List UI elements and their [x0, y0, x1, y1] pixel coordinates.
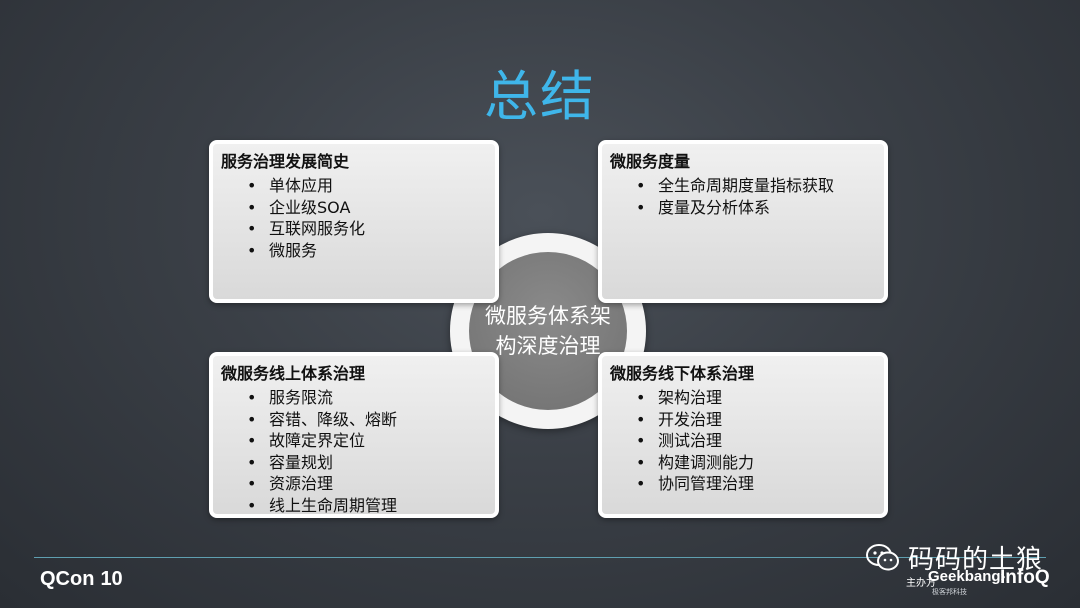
card-heading: 微服务线下体系治理 — [610, 364, 755, 383]
list-item: 全生命周期度量指标获取 — [610, 175, 876, 197]
list-item: 协同管理治理 — [610, 473, 876, 495]
list-item: 资源治理 — [221, 473, 487, 495]
geekbang-subtitle: 极客邦科技 — [932, 588, 967, 596]
card-online-governance: 微服务线上体系治理 服务限流 容错、降级、熔断 故障定界定位 容量规划 资源治理… — [209, 352, 499, 518]
list-item: 开发治理 — [610, 409, 876, 431]
qcon-edition: 10 — [100, 568, 123, 590]
card-service-governance-history: 服务治理发展简史 单体应用 企业级SOA 互联网服务化 微服务 — [209, 140, 499, 303]
list-item: 测试治理 — [610, 430, 876, 452]
card-list: 全生命周期度量指标获取 度量及分析体系 — [610, 175, 876, 218]
list-item: 企业级SOA — [221, 197, 487, 219]
list-item: 架构治理 — [610, 387, 876, 409]
list-item: 微服务 — [221, 240, 487, 262]
list-item: 服务限流 — [221, 387, 487, 409]
list-item: 线上生命周期管理 — [221, 495, 487, 517]
qcon-logo: QCon 10 — [40, 568, 123, 591]
list-item: 互联网服务化 — [221, 218, 487, 240]
list-item: 构建调测能力 — [610, 452, 876, 474]
card-heading: 微服务线上体系治理 — [221, 364, 366, 383]
card-list: 架构治理 开发治理 测试治理 构建调测能力 协同管理治理 — [610, 387, 876, 495]
list-item: 故障定界定位 — [221, 430, 487, 452]
card-offline-governance: 微服务线下体系治理 架构治理 开发治理 测试治理 构建调测能力 协同管理治理 — [598, 352, 888, 518]
qcon-brand: QCon — [40, 568, 95, 590]
card-list: 服务限流 容错、降级、熔断 故障定界定位 容量规划 资源治理 线上生命周期管理 — [221, 387, 487, 516]
infoq-logo: InfoQ — [1000, 567, 1050, 588]
list-item: 容错、降级、熔断 — [221, 409, 487, 431]
card-heading: 微服务度量 — [610, 152, 691, 171]
wechat-icon — [866, 543, 899, 570]
card-heading: 服务治理发展简史 — [221, 152, 350, 171]
card-microservice-metrics: 微服务度量 全生命周期度量指标获取 度量及分析体系 — [598, 140, 888, 303]
slide-title: 总结 — [484, 65, 596, 128]
list-item: 单体应用 — [221, 175, 487, 197]
center-label: 微服务体系架构深度治理 — [485, 304, 611, 358]
list-item: 容量规划 — [221, 452, 487, 474]
list-item: 度量及分析体系 — [610, 197, 876, 219]
card-list: 单体应用 企业级SOA 互联网服务化 微服务 — [221, 175, 487, 261]
geekbang-logo: Geekbang›. — [928, 568, 1010, 585]
